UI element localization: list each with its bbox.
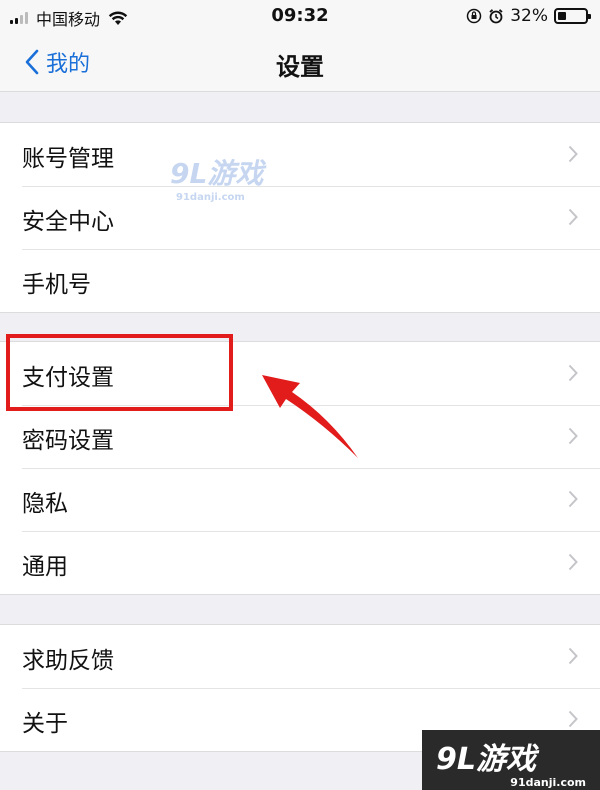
battery-percent: 32% (510, 6, 548, 26)
watermark-corner-domain: 91danji.com (510, 776, 586, 789)
chevron-right-icon (568, 647, 578, 665)
page-title: 设置 (276, 53, 324, 81)
chevron-right-icon (568, 364, 578, 382)
settings-item-password-settings[interactable]: 密码设置 (0, 405, 600, 468)
settings-item-label: 账号管理 (22, 146, 114, 172)
chevron-right-icon (568, 208, 578, 226)
chevron-right-icon (568, 490, 578, 508)
settings-item-phone-number[interactable]: 手机号 (0, 249, 600, 312)
settings-item-label: 通用 (22, 554, 68, 580)
alarm-icon (489, 9, 503, 24)
battery-icon (554, 8, 591, 24)
status-bar: 中国移动 09:32 32% (0, 0, 600, 32)
settings-item-account-management[interactable]: 账号管理 (0, 123, 600, 186)
chevron-right-icon (568, 427, 578, 445)
watermark-logo: 9L游戏 91danji.com (170, 152, 263, 203)
settings-item-label: 关于 (22, 711, 68, 737)
watermark-brand: 9L游戏 (170, 157, 264, 190)
settings-item-label: 安全中心 (22, 209, 114, 235)
chevron-right-icon (568, 145, 578, 163)
watermark-corner-brand: 9L游戏 (436, 742, 536, 777)
settings-item-general[interactable]: 通用 (0, 531, 600, 594)
highlight-box (6, 334, 233, 411)
watermark-corner-logo: 9L游戏 91danji.com (422, 730, 600, 790)
settings-item-label: 密码设置 (22, 428, 114, 454)
settings-item-label: 手机号 (22, 272, 91, 298)
settings-item-label: 隐私 (22, 491, 68, 517)
watermark-domain: 91danji.com (176, 192, 245, 203)
chevron-right-icon (568, 710, 578, 728)
settings-item-help-feedback[interactable]: 求助反馈 (0, 625, 600, 688)
chevron-right-icon (568, 553, 578, 571)
settings-item-privacy[interactable]: 隐私 (0, 468, 600, 531)
settings-item-security-center[interactable]: 安全中心 (0, 186, 600, 249)
status-right: 32% (466, 6, 591, 26)
rotation-lock-icon (466, 8, 482, 24)
nav-bar: 我的 设置 (0, 32, 600, 92)
battery-fill (558, 12, 566, 20)
settings-item-label: 求助反馈 (22, 648, 114, 674)
settings-group-account: 账号管理 安全中心 手机号 (0, 122, 600, 313)
